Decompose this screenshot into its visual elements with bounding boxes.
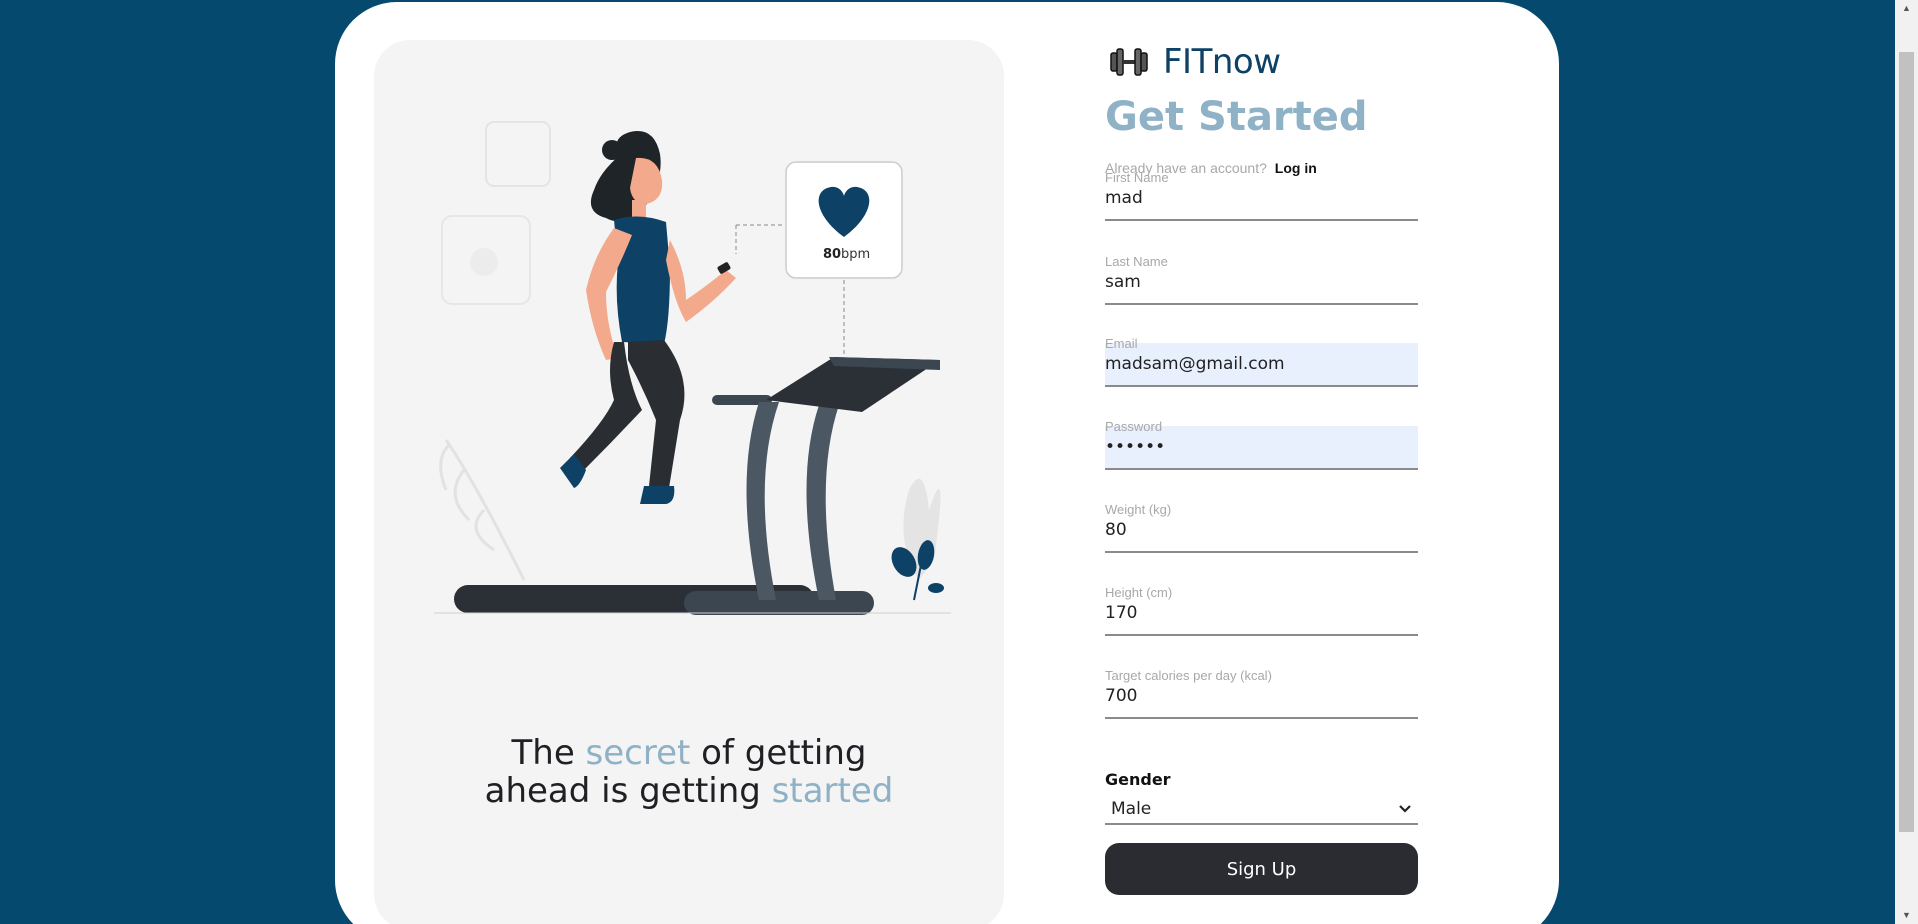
weight-group: Weight (kg) xyxy=(1105,502,1418,553)
tagline-text: ahead is getting xyxy=(484,771,772,811)
signup-card: 80 bpm The secret of getting ahead is ge… xyxy=(335,2,1559,924)
tagline-accent: secret xyxy=(585,733,691,773)
first-name-group: First Name xyxy=(1105,170,1418,221)
tagline-accent: started xyxy=(771,771,894,811)
email-group: Email xyxy=(1105,336,1418,387)
password-group: Password xyxy=(1105,419,1418,470)
gender-label: Gender xyxy=(1105,770,1171,789)
scroll-down-icon[interactable]: ▼ xyxy=(1895,907,1918,924)
tagline-text: The xyxy=(511,733,586,773)
vertical-scrollbar[interactable]: ▲ ▼ xyxy=(1895,0,1918,924)
bpm-value: 80 xyxy=(823,247,841,262)
illustration-panel: 80 bpm The secret of getting ahead is ge… xyxy=(374,40,1004,924)
calories-group: Target calories per day (kcal) xyxy=(1105,668,1418,719)
scroll-thumb[interactable] xyxy=(1899,52,1914,832)
scroll-up-icon[interactable]: ▲ xyxy=(1895,0,1918,17)
treadmill-illustration: 80 bpm xyxy=(434,121,951,615)
gender-selected-value: Male xyxy=(1111,799,1152,819)
gender-group: Gender Male xyxy=(1105,770,1418,825)
brand-logo: FITnow xyxy=(1105,42,1281,82)
email-field[interactable] xyxy=(1105,343,1418,387)
gender-select[interactable]: Male xyxy=(1105,795,1418,825)
last-name-group: Last Name xyxy=(1105,254,1418,305)
sign-up-button[interactable]: Sign Up xyxy=(1105,843,1418,895)
page-title: Get Started xyxy=(1105,94,1368,140)
tagline-text: of getting xyxy=(690,733,867,773)
dumbbell-icon xyxy=(1110,48,1148,76)
height-group: Height (cm) xyxy=(1105,585,1418,636)
tagline: The secret of getting ahead is getting st… xyxy=(374,734,1004,810)
brand-name: FITnow xyxy=(1163,42,1281,82)
chevron-down-icon xyxy=(1399,805,1411,813)
bpm-unit: bpm xyxy=(841,247,870,262)
